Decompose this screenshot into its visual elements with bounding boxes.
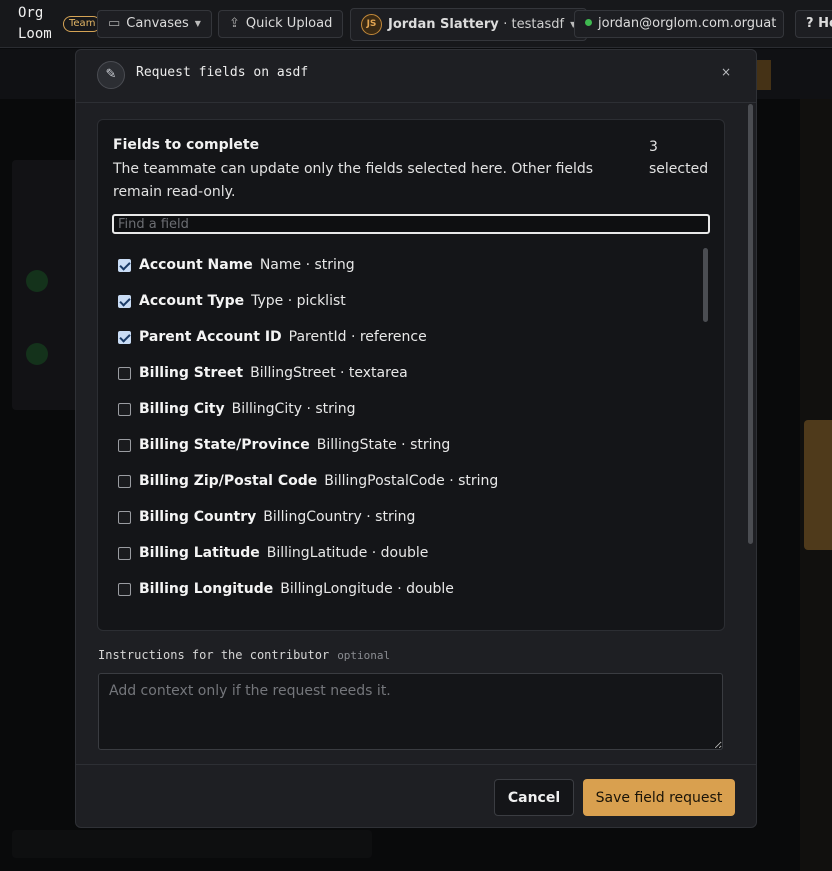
field-name: Billing Longitude (139, 581, 274, 597)
field-api-type: BillingState · string (316, 437, 451, 453)
dialog-header: ✎ Request fields on asdf × (76, 50, 756, 103)
workspace-name: · testasdf (503, 17, 565, 32)
field-checkbox[interactable] (118, 403, 131, 416)
field-api-type: BillingLongitude · double (280, 581, 454, 597)
field-name: Billing Latitude (139, 545, 260, 561)
canvases-button[interactable]: ▭ Canvases ▼ (97, 10, 212, 38)
user-menu-button[interactable]: JSJordan Slattery · testasdf▼ (350, 8, 588, 41)
find-field-input[interactable] (112, 214, 710, 234)
field-name: Billing Zip/Postal Code (139, 473, 318, 489)
field-checkbox[interactable] (118, 547, 131, 560)
fields-card: Fields to complete The teammate can upda… (97, 119, 725, 631)
field-label: Billing Latitude BillingLatitude · double (139, 545, 428, 561)
field-checkbox[interactable] (118, 367, 131, 380)
instructions-textarea[interactable] (98, 673, 723, 750)
upload-icon: ⇪ (229, 16, 240, 31)
field-checkbox[interactable] (118, 511, 131, 524)
field-checkbox[interactable] (118, 475, 131, 488)
field-name: Billing State/Province (139, 437, 310, 453)
field-api-type: BillingCountry · string (263, 509, 416, 525)
field-checkbox[interactable] (118, 331, 131, 344)
field-label: Billing Street BillingStreet · textarea (139, 365, 408, 381)
pencil-icon: ✎ (97, 61, 125, 89)
field-api-type: BillingStreet · textarea (250, 365, 408, 381)
field-row[interactable]: Billing Latitude BillingLatitude · double (110, 536, 700, 572)
dialog-scrollbar[interactable] (748, 104, 753, 544)
fields-heading: Fields to complete (113, 137, 260, 153)
field-checkbox[interactable] (118, 583, 131, 596)
field-row[interactable]: Billing Country BillingCountry · string (110, 500, 700, 536)
request-fields-dialog: ✎ Request fields on asdf × Fields to com… (75, 49, 757, 828)
field-label: Billing Country BillingCountry · string (139, 509, 415, 525)
instructions-label-text: Instructions for the contributor (98, 648, 330, 662)
field-list-scroll-thumb[interactable] (703, 248, 708, 322)
field-row[interactable]: Parent Account ID ParentId · reference (110, 320, 700, 356)
field-label: Billing Zip/Postal Code BillingPostalCode… (139, 473, 498, 489)
field-row[interactable]: Billing City BillingCity · string (110, 392, 700, 428)
field-api-type: BillingCity · string (231, 401, 356, 417)
selected-count: 3 selected (649, 136, 719, 180)
selected-label: selected (649, 161, 709, 177)
org-email: jordan@orglom.com.orguat (598, 16, 777, 31)
field-label: Account Name Name · string (139, 257, 355, 273)
field-name: Billing City (139, 401, 225, 417)
save-field-request-button[interactable]: Save field request (583, 779, 735, 816)
quick-upload-label: Quick Upload (245, 16, 333, 31)
status-dot-icon (585, 19, 592, 26)
field-row[interactable]: Billing Zip/Postal Code BillingPostalCode… (110, 464, 700, 500)
field-label: Billing State/Province BillingState · str… (139, 437, 450, 453)
folder-icon: ▭ (108, 16, 121, 31)
field-name: Billing Country (139, 509, 257, 525)
field-name: Account Type (139, 293, 245, 309)
selected-number: 3 (649, 139, 658, 155)
field-label: Parent Account ID ParentId · reference (139, 329, 427, 345)
logo-line: Org (18, 5, 44, 21)
org-connection-button[interactable]: jordan@orglom.com.orguat· (574, 10, 784, 38)
logo-line: Loom (18, 26, 52, 42)
field-list: Account Name Name · string Account Type Typ… (110, 248, 700, 620)
field-label: Billing Longitude BillingLongitude · doub… (139, 581, 454, 597)
field-name: Account Name (139, 257, 253, 273)
fields-description: The teammate can update only the fields … (113, 161, 594, 200)
app-logo[interactable]: Org Loom (18, 3, 52, 45)
field-label: Account Type Type · picklist (139, 293, 346, 309)
avatar: JS (361, 14, 382, 35)
field-api-type: BillingLatitude · double (266, 545, 429, 561)
chevron-down-icon: ▼ (194, 19, 201, 28)
field-row[interactable]: Billing State/Province BillingState · str… (110, 428, 700, 464)
field-row[interactable]: Billing Longitude BillingLongitude · doub… (110, 572, 700, 608)
field-api-type: Type · picklist (251, 293, 346, 309)
close-icon[interactable]: × (721, 65, 731, 79)
dialog-body: Fields to complete The teammate can upda… (76, 104, 756, 763)
dialog-footer: Cancel Save field request (76, 764, 756, 827)
field-api-type: BillingPostalCode · string (324, 473, 499, 489)
field-api-type: ParentId · reference (288, 329, 427, 345)
help-button[interactable]: ? Help (795, 10, 832, 38)
optional-tag: optional (337, 649, 391, 662)
canvases-label: Canvases (126, 16, 189, 31)
cancel-button[interactable]: Cancel (494, 779, 574, 816)
field-name: Billing Street (139, 365, 244, 381)
field-label: Billing City BillingCity · string (139, 401, 356, 417)
field-checkbox[interactable] (118, 259, 131, 272)
field-name: Parent Account ID (139, 329, 282, 345)
field-api-type: Name · string (259, 257, 355, 273)
dialog-title: Request fields on asdf (136, 65, 309, 80)
top-bar: Org Loom Team ▭ Canvases ▼ ⇪ Quick Upload J… (0, 0, 832, 48)
field-checkbox[interactable] (118, 295, 131, 308)
instructions-label: Instructions for the contributor optional (98, 648, 390, 662)
field-row[interactable]: Account Name Name · string (110, 248, 700, 284)
field-row[interactable]: Billing Street BillingStreet · textarea (110, 356, 700, 392)
quick-upload-button[interactable]: ⇪ Quick Upload (218, 10, 344, 38)
field-row[interactable]: Account Type Type · picklist (110, 284, 700, 320)
user-name: Jordan Slattery (388, 17, 499, 32)
field-checkbox[interactable] (118, 439, 131, 452)
team-badge: Team (63, 16, 102, 32)
